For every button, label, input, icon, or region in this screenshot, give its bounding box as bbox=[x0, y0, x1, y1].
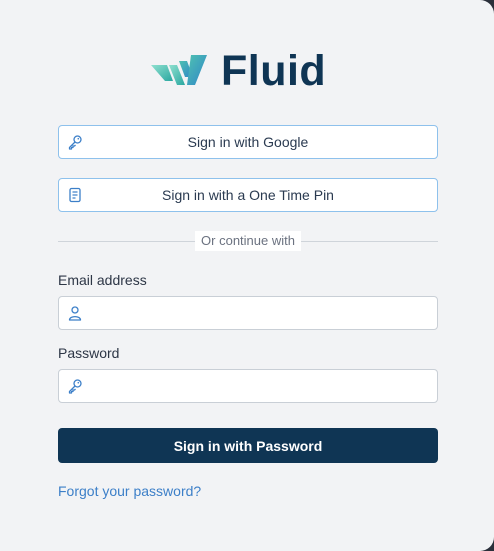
sign-in-password-button[interactable]: Sign in with Password bbox=[58, 428, 438, 463]
key-icon bbox=[68, 379, 82, 394]
sign-in-otp-button[interactable]: Sign in with a One Time Pin bbox=[58, 178, 438, 212]
email-label: Email address bbox=[58, 272, 147, 288]
sign-in-password-label: Sign in with Password bbox=[173, 437, 323, 454]
user-icon bbox=[68, 306, 82, 321]
divider-text: Or continue with bbox=[195, 231, 301, 251]
brand-logo: Fluid bbox=[151, 47, 327, 95]
login-panel: Fluid Sign in with Google Sign in with a… bbox=[0, 0, 494, 551]
sign-in-otp-label: Sign in with a One Time Pin bbox=[162, 187, 334, 203]
forgot-password-link[interactable]: Forgot your password? bbox=[58, 483, 201, 499]
key-icon bbox=[68, 135, 82, 150]
sign-in-google-button[interactable]: Sign in with Google bbox=[58, 125, 438, 159]
email-field-wrapper bbox=[58, 296, 438, 331]
password-field-wrapper bbox=[58, 369, 438, 404]
sign-in-google-label: Sign in with Google bbox=[187, 134, 309, 150]
password-input[interactable] bbox=[91, 370, 429, 404]
fluid-logo-icon bbox=[151, 55, 207, 85]
password-label: Password bbox=[58, 345, 120, 361]
document-icon bbox=[69, 187, 81, 203]
email-input[interactable] bbox=[91, 297, 429, 331]
brand-name: Fluid bbox=[221, 47, 327, 95]
or-continue-divider: Or continue with bbox=[58, 231, 438, 251]
